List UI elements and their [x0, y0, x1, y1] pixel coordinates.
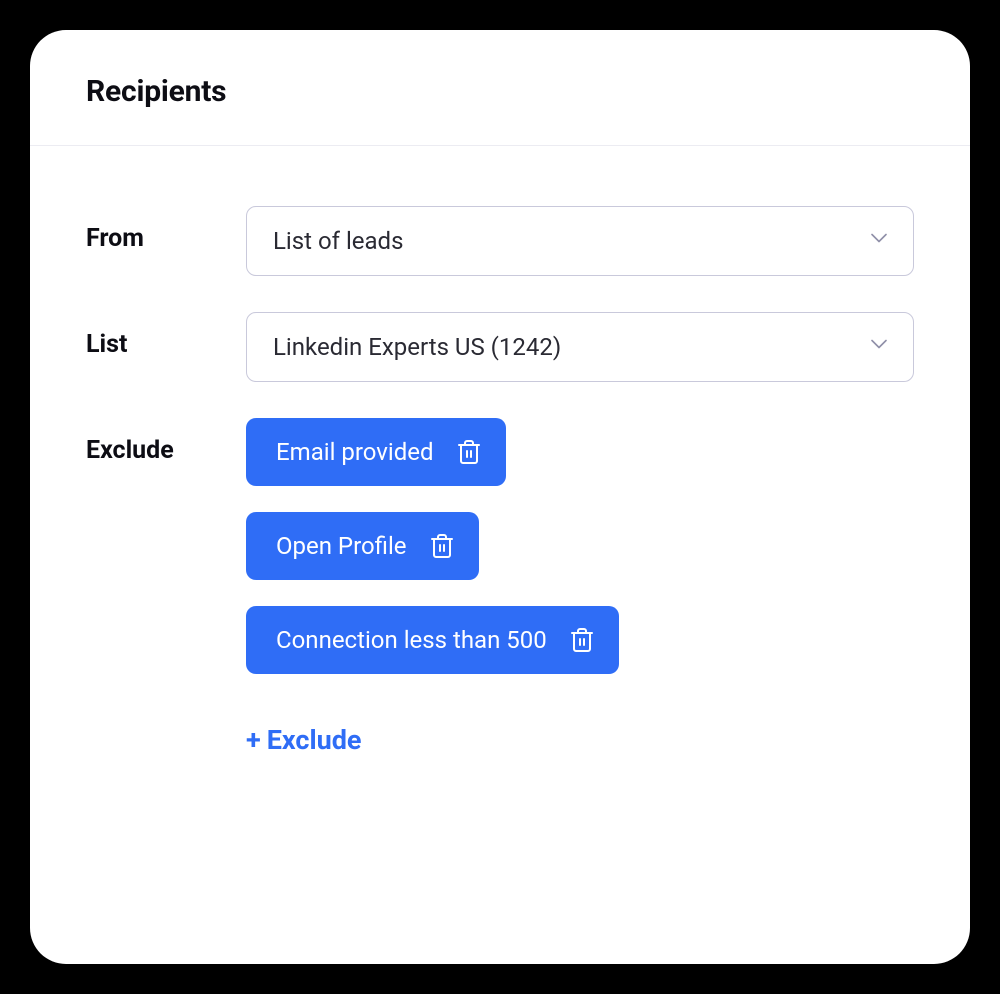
exclude-label: Exclude	[86, 418, 246, 465]
from-select-value: List of leads	[273, 227, 403, 255]
exclude-chip-label: Open Profile	[276, 532, 407, 560]
chevron-down-icon	[871, 339, 887, 355]
exclude-chip-label: Connection less than 500	[276, 626, 547, 654]
from-select[interactable]: List of leads	[246, 206, 914, 276]
plus-icon: +	[246, 727, 261, 754]
from-label: From	[86, 206, 246, 253]
exclude-chips: Email provided Open Prof	[246, 418, 914, 674]
exclude-chip[interactable]: Open Profile	[246, 512, 479, 580]
trash-icon[interactable]	[569, 626, 595, 654]
list-control-wrap: Linkedin Experts US (1242)	[246, 312, 914, 382]
chevron-down-icon	[871, 233, 887, 249]
card-body: From List of leads List Linkedin Experts…	[30, 146, 970, 832]
list-label: List	[86, 312, 246, 359]
form-row-list: List Linkedin Experts US (1242)	[86, 312, 914, 382]
card-title: Recipients	[86, 74, 914, 109]
card-header: Recipients	[30, 30, 970, 146]
exclude-chip[interactable]: Email provided	[246, 418, 506, 486]
recipients-card: Recipients From List of leads List	[30, 30, 970, 964]
exclude-chip-label: Email provided	[276, 438, 434, 466]
trash-icon[interactable]	[429, 532, 455, 560]
from-control-wrap: List of leads	[246, 206, 914, 276]
list-select[interactable]: Linkedin Experts US (1242)	[246, 312, 914, 382]
list-select-value: Linkedin Experts US (1242)	[273, 333, 561, 361]
form-row-exclude: Exclude Email provided	[86, 418, 914, 756]
form-row-from: From List of leads	[86, 206, 914, 276]
trash-icon[interactable]	[456, 438, 482, 466]
exclude-control-wrap: Email provided Open Prof	[246, 418, 914, 756]
add-exclude-button[interactable]: + Exclude	[246, 724, 362, 756]
exclude-chip[interactable]: Connection less than 500	[246, 606, 619, 674]
add-exclude-label: Exclude	[267, 724, 362, 756]
